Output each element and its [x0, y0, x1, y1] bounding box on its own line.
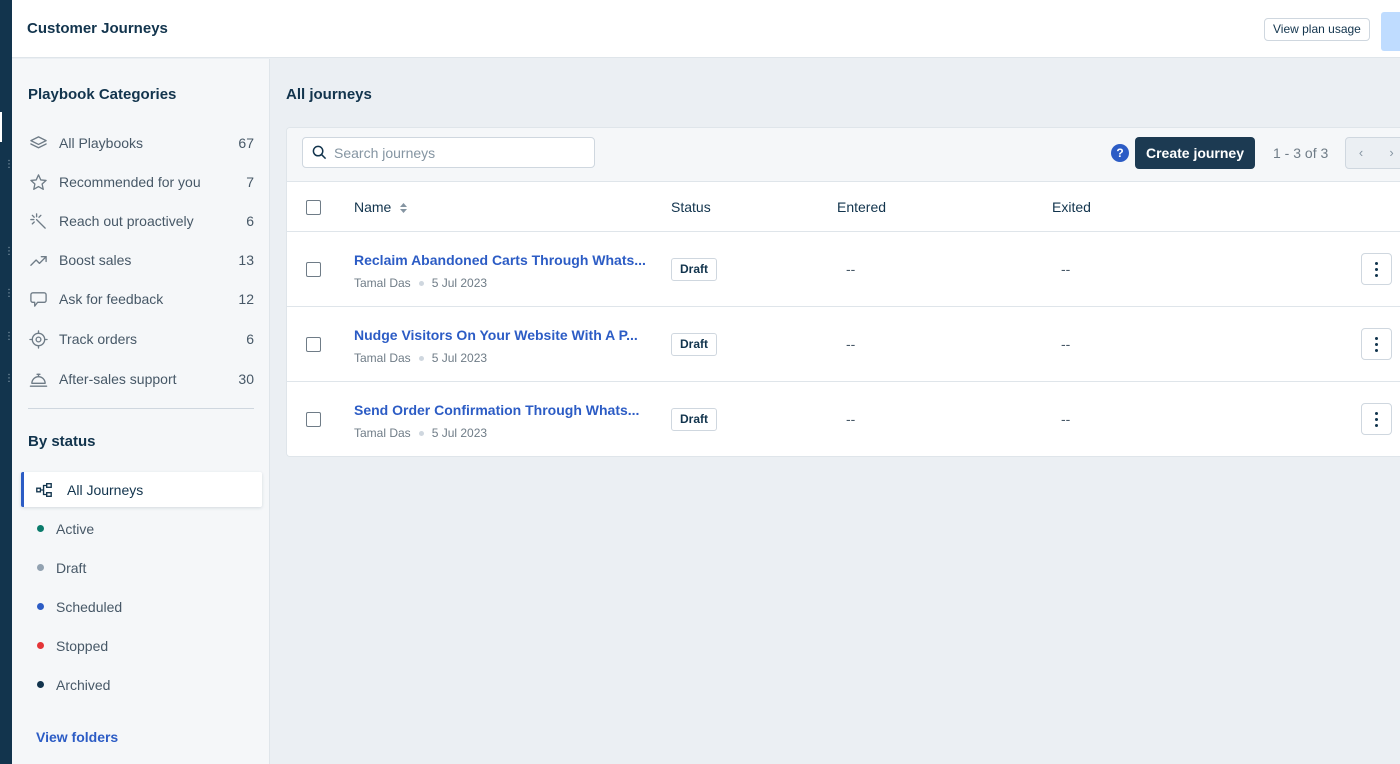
rail-handle-icon[interactable]: ⋮ [4, 332, 14, 347]
exited-value: -- [1061, 261, 1071, 277]
column-exited: Exited [1052, 199, 1091, 215]
select-all-checkbox[interactable] [306, 200, 321, 215]
status-dot [37, 525, 44, 532]
column-status: Status [671, 199, 711, 215]
more-options-button[interactable] [1361, 403, 1392, 435]
category-boost-sales[interactable]: Boost sales 13 [28, 248, 254, 272]
status-scheduled[interactable]: Scheduled [21, 589, 262, 624]
journey-meta: Tamal Das 5 Jul 2023 [354, 426, 487, 440]
next-page-button[interactable]: › [1376, 137, 1400, 169]
search-box[interactable] [302, 137, 595, 168]
rail-handle-icon[interactable]: ⋮ [4, 247, 14, 262]
entered-value: -- [846, 336, 856, 352]
create-journey-button[interactable]: Create journey [1135, 137, 1255, 169]
pagination-text: 1 - 3 of 3 [1273, 145, 1329, 161]
journey-date: 5 Jul 2023 [431, 426, 488, 440]
search-input[interactable] [334, 144, 574, 161]
meta-separator [418, 430, 424, 436]
status-stopped[interactable]: Stopped [21, 628, 262, 663]
prev-page-button[interactable]: ‹ [1345, 137, 1377, 169]
category-ask-feedback[interactable]: Ask for feedback 12 [28, 287, 254, 311]
journey-owner: Tamal Das [354, 276, 411, 290]
status-all-journeys[interactable]: All Journeys [21, 472, 262, 507]
table-toolbar: ? Create journey 1 - 3 of 3 ‹ › [287, 128, 1400, 182]
chat-bubble-icon [28, 289, 48, 309]
page-title: Customer Journeys [27, 20, 168, 37]
table-header: Name Status Entered Exited [287, 183, 1400, 232]
row-checkbox[interactable] [306, 412, 321, 427]
journey-name-link[interactable]: Reclaim Abandoned Carts Through Whats... [354, 252, 646, 268]
entered-value: -- [846, 411, 856, 427]
help-icon[interactable]: ? [1111, 144, 1129, 162]
status-dot [37, 603, 44, 610]
status-dot [37, 681, 44, 688]
category-track-orders[interactable]: Track orders 6 [28, 327, 254, 351]
categories-heading: Playbook Categories [28, 86, 177, 103]
journey-owner: Tamal Das [354, 426, 411, 440]
category-reach-out[interactable]: Reach out proactively 6 [28, 209, 254, 233]
journey-name-link[interactable]: Send Order Confirmation Through Whats... [354, 402, 639, 418]
journey-date: 5 Jul 2023 [431, 276, 488, 290]
rail-active-marker [0, 112, 2, 142]
column-name[interactable]: Name [354, 199, 408, 215]
table-row: Send Order Confirmation Through Whats...… [287, 382, 1400, 456]
main-title: All journeys [286, 86, 372, 103]
star-icon [28, 172, 48, 192]
target-icon [28, 329, 48, 349]
row-checkbox[interactable] [306, 262, 321, 277]
journey-date: 5 Jul 2023 [431, 351, 488, 365]
rail-handle-icon[interactable]: ⋮ [4, 374, 14, 389]
journeys-card: ? Create journey 1 - 3 of 3 ‹ › Name Sta… [286, 127, 1400, 457]
sidebar-divider [28, 408, 254, 409]
trend-up-icon [28, 250, 48, 270]
more-options-button[interactable] [1361, 253, 1392, 285]
header-action-button[interactable] [1381, 12, 1400, 51]
status-dot [37, 642, 44, 649]
category-after-sales[interactable]: After-sales support 30 [28, 367, 254, 391]
service-bell-icon [28, 369, 48, 389]
journey-meta: Tamal Das 5 Jul 2023 [354, 276, 487, 290]
sort-icon[interactable] [399, 202, 408, 214]
column-entered: Entered [837, 199, 887, 215]
meta-separator [418, 355, 424, 361]
stack-icon [28, 133, 48, 153]
journey-owner: Tamal Das [354, 351, 411, 365]
category-recommended[interactable]: Recommended for you 7 [28, 170, 254, 194]
sidebar: Playbook Categories All Playbooks 67 Rec… [12, 59, 270, 764]
status-badge: Draft [671, 258, 718, 281]
status-dot [37, 564, 44, 571]
exited-value: -- [1061, 411, 1071, 427]
view-plan-usage-button[interactable]: View plan usage [1264, 18, 1370, 41]
table-row: Reclaim Abandoned Carts Through Whats...… [287, 232, 1400, 307]
view-folders-link[interactable]: View folders [36, 729, 118, 745]
rail-handle-icon[interactable]: ⋮ [4, 289, 14, 304]
burst-icon [28, 211, 48, 231]
journey-meta: Tamal Das 5 Jul 2023 [354, 351, 487, 365]
status-badge: Draft [671, 333, 718, 356]
table-row: Nudge Visitors On Your Website With A P.… [287, 307, 1400, 382]
status-draft[interactable]: Draft [21, 550, 262, 585]
journey-flow-icon [35, 481, 53, 499]
row-checkbox[interactable] [306, 337, 321, 352]
status-archived[interactable]: Archived [21, 667, 262, 702]
more-options-button[interactable] [1361, 328, 1392, 360]
status-heading: By status [28, 433, 96, 450]
rail-handle-icon[interactable]: ⋮ [4, 160, 14, 175]
exited-value: -- [1061, 336, 1071, 352]
page-header: Customer Journeys View plan usage [12, 0, 1400, 58]
status-badge: Draft [671, 408, 718, 431]
category-all-playbooks[interactable]: All Playbooks 67 [28, 131, 254, 155]
journey-name-link[interactable]: Nudge Visitors On Your Website With A P.… [354, 327, 638, 343]
search-icon [312, 145, 327, 160]
status-active[interactable]: Active [21, 511, 262, 546]
meta-separator [418, 280, 424, 286]
left-nav-rail: ⋮ ⋮ ⋮ ⋮ ⋮ [0, 0, 14, 764]
entered-value: -- [846, 261, 856, 277]
